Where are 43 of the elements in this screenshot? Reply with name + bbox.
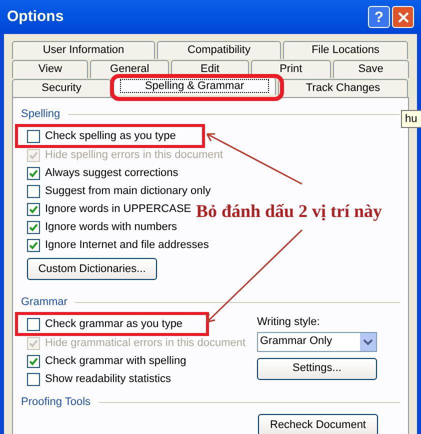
tab[interactable]: User Information: [12, 41, 155, 59]
tab[interactable]: Print: [251, 60, 331, 78]
checkbox-label: Hide spelling errors in this document: [45, 148, 223, 163]
annotation-text: Bỏ đánh dấu 2 vị trí này: [196, 200, 382, 223]
window-title: Options: [7, 6, 65, 27]
tab[interactable]: Security: [12, 79, 111, 97]
checkbox-label: Hide grammatical errors in this document: [45, 336, 246, 351]
checkbox-label: Ignore words with numbers: [45, 220, 178, 235]
dialog-button[interactable]: Recheck Document: [258, 414, 378, 434]
checkbox[interactable]: [27, 184, 40, 198]
writing-style-dropdown[interactable]: Grammar Only: [257, 332, 377, 352]
tab[interactable]: Spelling & Grammar: [113, 77, 276, 95]
checkbox-label: Always suggest corrections: [45, 166, 178, 181]
field-label: Writing style:: [257, 315, 321, 330]
tab[interactable]: File Locations: [283, 41, 408, 59]
checkbox[interactable]: [27, 166, 40, 180]
checkbox-label: Check grammar as you type: [45, 316, 183, 332]
help-button[interactable]: ?: [368, 6, 390, 28]
tooltip: hu: [401, 110, 421, 128]
section-heading: Grammar: [21, 294, 68, 310]
checkbox-label: Check grammar with spelling: [45, 354, 186, 369]
tab[interactable]: View: [12, 60, 88, 78]
checkbox[interactable]: [27, 238, 40, 252]
close-button[interactable]: [392, 6, 414, 28]
checkbox[interactable]: [27, 220, 40, 234]
checkbox[interactable]: [27, 354, 40, 368]
tab[interactable]: Save: [332, 60, 409, 78]
checkbox[interactable]: [27, 130, 40, 142]
tab[interactable]: Track Changes: [278, 79, 408, 97]
dialog-button[interactable]: Custom Dictionaries...: [27, 258, 157, 280]
checkbox[interactable]: [27, 372, 40, 386]
checkbox[interactable]: [27, 318, 40, 330]
checkbox-label: Ignore Internet and file addresses: [45, 238, 209, 253]
section-heading: Spelling: [21, 106, 60, 122]
checkbox-label: Show readability statistics: [45, 372, 171, 387]
close-icon: [398, 12, 408, 22]
tab[interactable]: Compatibility: [157, 41, 281, 59]
checkbox-label: Ignore words in UPPERCASE: [45, 202, 192, 217]
checkbox[interactable]: [27, 202, 40, 216]
dialog-button[interactable]: Settings...: [257, 358, 377, 380]
checkbox-label: Suggest from main dictionary only: [45, 184, 211, 199]
section-heading: Proofing Tools: [21, 394, 91, 410]
checkbox-label: Check spelling as you type: [45, 128, 176, 144]
